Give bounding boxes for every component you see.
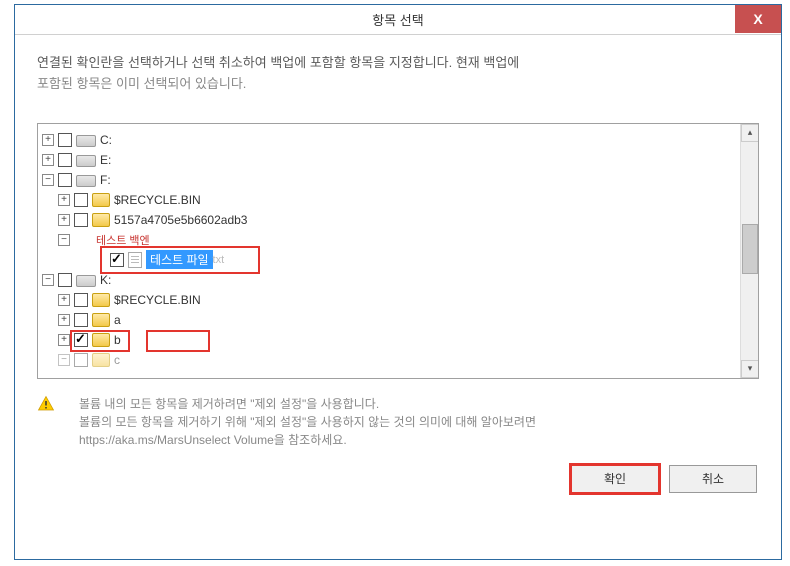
warning-icon [37, 395, 55, 413]
tree-row-drive-e[interactable]: + E: [42, 150, 736, 170]
window-title: 항목 선택 [372, 10, 423, 29]
file-icon [128, 252, 142, 268]
checkbox-recycle2[interactable] [74, 293, 88, 307]
folder-label: 5157a4705e5b6602adb3 [114, 213, 247, 227]
checkbox-folder-a[interactable] [74, 313, 88, 327]
file-label-selected: 테스트 파일 [146, 250, 213, 269]
drive-label: K: [100, 273, 111, 287]
close-icon: X [753, 11, 762, 27]
checkbox-test-file[interactable] [110, 253, 124, 267]
collapse-icon[interactable]: − [58, 234, 70, 246]
expand-icon[interactable]: + [42, 154, 54, 166]
vertical-scrollbar[interactable]: ▴ ▾ [740, 124, 758, 378]
folder-label: a [114, 313, 121, 327]
tree-row-recycle1[interactable]: + $RECYCLE.BIN [42, 190, 736, 210]
checkbox-drive-e[interactable] [58, 153, 72, 167]
checkbox-recycle1[interactable] [74, 193, 88, 207]
tree-row-drive-c[interactable]: + C: [42, 130, 736, 150]
expand-icon[interactable]: + [58, 194, 70, 206]
description-line1: 연결된 확인란을 선택하거나 선택 취소하여 백업에 포함할 항목을 지정합니다… [37, 53, 759, 74]
expand-icon[interactable]: + [58, 314, 70, 326]
tree-row-drive-f[interactable]: − F: [42, 170, 736, 190]
expand-icon[interactable]: + [58, 334, 70, 346]
drive-icon [76, 275, 96, 287]
folder-label: $RECYCLE.BIN [114, 193, 201, 207]
collapse-icon[interactable]: − [42, 174, 54, 186]
footer-line2: 볼륨의 모든 항목을 제거하기 위해 "제외 설정"을 사용하지 않는 것의 의… [79, 413, 759, 431]
expand-icon[interactable]: + [42, 134, 54, 146]
tree-row-folder-c[interactable]: − c [42, 350, 736, 370]
footer-line1: 볼륨 내의 모든 항목을 제거하려면 "제외 설정"을 사용합니다. [79, 395, 759, 413]
tree-row-guid[interactable]: + 5157a4705e5b6602adb3 [42, 210, 736, 230]
folder-icon [92, 193, 110, 207]
tree-row-recycle2[interactable]: + $RECYCLE.BIN [42, 290, 736, 310]
drive-icon [76, 175, 96, 187]
drive-label: C: [100, 133, 112, 147]
cancel-button[interactable]: 취소 [669, 465, 757, 493]
close-button[interactable]: X [735, 5, 781, 33]
content-area: 연결된 확인란을 선택하거나 선택 취소하여 백업에 포함할 항목을 지정합니다… [15, 35, 781, 389]
checkbox-folder-b[interactable] [74, 333, 88, 347]
checkbox-folder-c[interactable] [74, 353, 88, 367]
drive-icon [76, 155, 96, 167]
collapse-icon[interactable]: − [58, 354, 70, 366]
scroll-down-icon[interactable]: ▾ [741, 360, 759, 378]
tree-row-folder-a[interactable]: + a [42, 310, 736, 330]
drive-label: F: [100, 173, 111, 187]
expand-icon[interactable]: + [58, 294, 70, 306]
dialog-window: 항목 선택 X 연결된 확인란을 선택하거나 선택 취소하여 백업에 포함할 항… [14, 4, 782, 560]
ok-button[interactable]: 확인 [571, 465, 659, 493]
tree-row-test-file[interactable]: 테스트 파일 txt [42, 250, 736, 270]
scroll-thumb[interactable] [742, 224, 758, 274]
footer-line3: https://aka.ms/MarsUnselect Volume을 참조하세… [79, 431, 759, 449]
folder-icon [92, 333, 110, 347]
description-line2: 포함된 항목은 이미 선택되어 있습니다. [37, 74, 759, 95]
footer-text: 볼륨 내의 모든 항목을 제거하려면 "제외 설정"을 사용합니다. 볼륨의 모… [79, 395, 759, 449]
checkbox-drive-k[interactable] [58, 273, 72, 287]
folder-label: $RECYCLE.BIN [114, 293, 201, 307]
checkbox-drive-f[interactable] [58, 173, 72, 187]
tree-row-folder-b[interactable]: + b [42, 330, 736, 350]
tree-panel: + C: + E: − F: [37, 123, 759, 379]
folder-icon [92, 293, 110, 307]
titlebar: 항목 선택 X [15, 5, 781, 35]
folder-icon [92, 213, 110, 227]
tree-row-drive-k[interactable]: − K: [42, 270, 736, 290]
collapse-icon[interactable]: − [42, 274, 54, 286]
folder-icon [92, 353, 110, 367]
folder-label-test-backup: 테스트 백엔 [96, 232, 150, 248]
tree-row-test-backup[interactable]: − 테스트 백엔 [42, 230, 736, 250]
expand-icon[interactable]: + [58, 214, 70, 226]
file-ext: txt [213, 254, 225, 266]
folder-icon [92, 313, 110, 327]
drive-icon [76, 135, 96, 147]
folder-label: c [114, 353, 120, 367]
description-text: 연결된 확인란을 선택하거나 선택 취소하여 백업에 포함할 항목을 지정합니다… [37, 53, 759, 95]
checkbox-guid[interactable] [74, 213, 88, 227]
button-row: 확인 취소 [37, 465, 759, 493]
drive-label: E: [100, 153, 111, 167]
scroll-up-icon[interactable]: ▴ [741, 124, 759, 142]
footer-area: 볼륨 내의 모든 항목을 제거하려면 "제외 설정"을 사용합니다. 볼륨의 모… [15, 389, 781, 493]
folder-label: b [114, 333, 121, 347]
checkbox-drive-c[interactable] [58, 133, 72, 147]
tree-view[interactable]: + C: + E: − F: [38, 124, 740, 378]
